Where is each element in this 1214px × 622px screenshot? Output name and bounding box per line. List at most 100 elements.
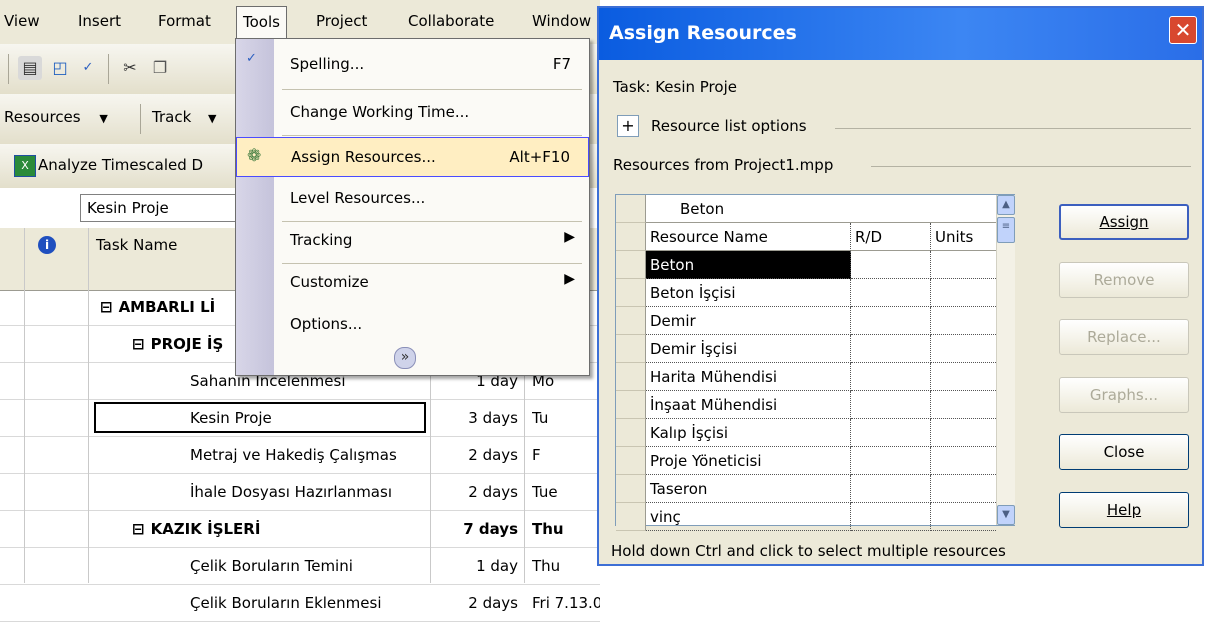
resource-name-cell[interactable]: Kalıp İşçisi	[646, 419, 851, 447]
duration-cell[interactable]: 2 days	[430, 475, 518, 510]
close-icon[interactable]: ✕	[1169, 16, 1197, 44]
rd-header[interactable]: R/D	[851, 223, 931, 251]
resource-name-cell[interactable]: Harita Mühendisi	[646, 363, 851, 391]
resources-dropdown[interactable]: Resources ▼	[4, 108, 108, 126]
row-selector[interactable]	[616, 391, 646, 419]
task-row[interactable]: Metraj ve Hakediş Çalışmas 2 days F	[0, 438, 600, 474]
resource-name-cell[interactable]: İnşaat Mühendisi	[646, 391, 851, 419]
menu-item-tracking[interactable]: Tracking ▶	[236, 221, 589, 261]
rd-cell[interactable]	[851, 363, 931, 391]
help-button[interactable]: Help	[1059, 492, 1189, 528]
menu-window[interactable]: Window	[532, 12, 591, 30]
collapse-icon[interactable]: ⊟	[132, 520, 145, 538]
duration-cell[interactable]: 2 days	[430, 586, 518, 621]
resource-row[interactable]: Demir	[616, 307, 996, 335]
row-selector[interactable]	[616, 503, 646, 531]
rd-cell[interactable]	[851, 251, 931, 279]
row-selector[interactable]	[616, 195, 646, 223]
menu-item-spelling[interactable]: ✓ Spelling... F7	[236, 45, 589, 85]
duration-cell[interactable]: 2 days	[430, 438, 518, 473]
units-cell[interactable]	[931, 475, 996, 503]
graphs-button[interactable]: Graphs...	[1059, 377, 1189, 413]
units-cell[interactable]	[931, 419, 996, 447]
task-name-header[interactable]: Task Name	[96, 236, 177, 254]
scroll-thumb[interactable]: ≡	[997, 217, 1015, 243]
remove-button[interactable]: Remove	[1059, 262, 1189, 298]
resource-row[interactable]: Harita Mühendisi	[616, 363, 996, 391]
rd-cell[interactable]	[851, 279, 931, 307]
resource-row[interactable]: vinç	[616, 503, 996, 531]
resource-name-cell[interactable]: vinç	[646, 503, 851, 531]
units-cell[interactable]	[931, 279, 996, 307]
rd-cell[interactable]	[851, 391, 931, 419]
copy-icon[interactable]: ❐	[148, 56, 172, 80]
menu-project[interactable]: Project	[316, 12, 367, 30]
resource-name-cell[interactable]: Demir	[646, 307, 851, 335]
menu-item-level-resources[interactable]: Level Resources...	[236, 179, 589, 219]
menu-item-assign-resources[interactable]: ❁ Assign Resources... Alt+F10	[236, 137, 589, 177]
dialog-title-bar[interactable]: Assign Resources ✕	[599, 8, 1202, 60]
task-row[interactable]: ⊟ KAZIK İŞLERİ 7 days Thu	[0, 512, 600, 548]
resource-name-cell[interactable]: Beton	[646, 251, 851, 279]
task-row[interactable]: İhale Dosyası Hazırlanması 2 days Tue	[0, 475, 600, 511]
row-selector[interactable]	[616, 279, 646, 307]
row-selector[interactable]	[616, 251, 646, 279]
resource-scrollbar[interactable]: ▲ ≡ ▼	[996, 195, 1015, 525]
scroll-down-icon[interactable]: ▼	[997, 505, 1015, 525]
duration-cell[interactable]: 3 days	[430, 401, 518, 436]
resource-name-cell[interactable]: Demir İşçisi	[646, 335, 851, 363]
resource-name-cell[interactable]: Proje Yöneticisi	[646, 447, 851, 475]
resource-row[interactable]: Beton İşçisi	[616, 279, 996, 307]
print-icon[interactable]: ▤	[18, 56, 42, 80]
resource-name-header[interactable]: Resource Name	[646, 223, 851, 251]
units-cell[interactable]	[931, 391, 996, 419]
task-name-cell[interactable]: Metraj ve Hakediş Çalışmas	[190, 438, 424, 473]
resource-row[interactable]: Demir İşçisi	[616, 335, 996, 363]
spelling-icon[interactable]: ✓	[76, 56, 100, 80]
units-cell[interactable]	[931, 503, 996, 531]
menu-item-change-working-time[interactable]: Change Working Time...	[236, 93, 589, 133]
resource-row[interactable]: Proje Yöneticisi	[616, 447, 996, 475]
start-cell[interactable]: Tue	[532, 475, 600, 510]
rd-cell[interactable]	[851, 335, 931, 363]
units-cell[interactable]	[931, 363, 996, 391]
assign-button[interactable]: Assign	[1059, 204, 1189, 240]
resource-list-options-label[interactable]: Resource list options	[651, 117, 807, 135]
rd-cell[interactable]	[851, 503, 931, 531]
units-cell[interactable]	[931, 307, 996, 335]
resource-row[interactable]: Taseron	[616, 475, 996, 503]
start-cell[interactable]: Fri 7.13.07	[532, 586, 600, 621]
rd-cell[interactable]	[851, 447, 931, 475]
task-row[interactable]: Çelik Boruların Eklenmesi 2 days Fri 7.13.…	[0, 586, 600, 622]
resource-row[interactable]: Kalıp İşçisi	[616, 419, 996, 447]
row-selector[interactable]	[616, 475, 646, 503]
start-cell[interactable]: Tu	[532, 401, 600, 436]
menu-format[interactable]: Format	[158, 12, 211, 30]
task-name-cell[interactable]: ⊟ KAZIK İŞLERİ	[132, 512, 424, 547]
menu-collaborate[interactable]: Collaborate	[408, 12, 494, 30]
rd-cell[interactable]	[851, 475, 931, 503]
task-row[interactable]: Çelik Boruların Temini 1 day Thu	[0, 549, 600, 585]
menu-tools[interactable]: Tools	[236, 6, 287, 38]
collapse-icon[interactable]: ⊟	[100, 298, 113, 316]
replace-button[interactable]: Replace...	[1059, 319, 1189, 355]
start-cell[interactable]: F	[532, 438, 600, 473]
row-selector[interactable]	[616, 335, 646, 363]
scroll-up-icon[interactable]: ▲	[997, 195, 1015, 215]
task-name-cell[interactable]: İhale Dosyası Hazırlanması	[190, 475, 424, 510]
row-selector[interactable]	[616, 447, 646, 475]
rd-cell[interactable]	[851, 307, 931, 335]
print-preview-icon[interactable]: ◰	[48, 56, 72, 80]
resource-name-cell[interactable]: Taseron	[646, 475, 851, 503]
row-selector[interactable]	[616, 363, 646, 391]
units-cell[interactable]	[931, 447, 996, 475]
task-name-cell[interactable]: Çelik Boruların Temini	[190, 549, 424, 584]
expand-menu-icon[interactable]: »	[394, 347, 416, 369]
units-header[interactable]: Units	[931, 223, 996, 251]
task-name-cell[interactable]: Çelik Boruların Eklenmesi	[190, 586, 424, 621]
units-cell[interactable]	[931, 335, 996, 363]
cut-icon[interactable]: ✂	[118, 56, 142, 80]
track-dropdown[interactable]: Track ▼	[152, 108, 217, 126]
close-button[interactable]: Close	[1059, 434, 1189, 470]
menu-item-customize[interactable]: Customize ▶	[236, 263, 589, 303]
